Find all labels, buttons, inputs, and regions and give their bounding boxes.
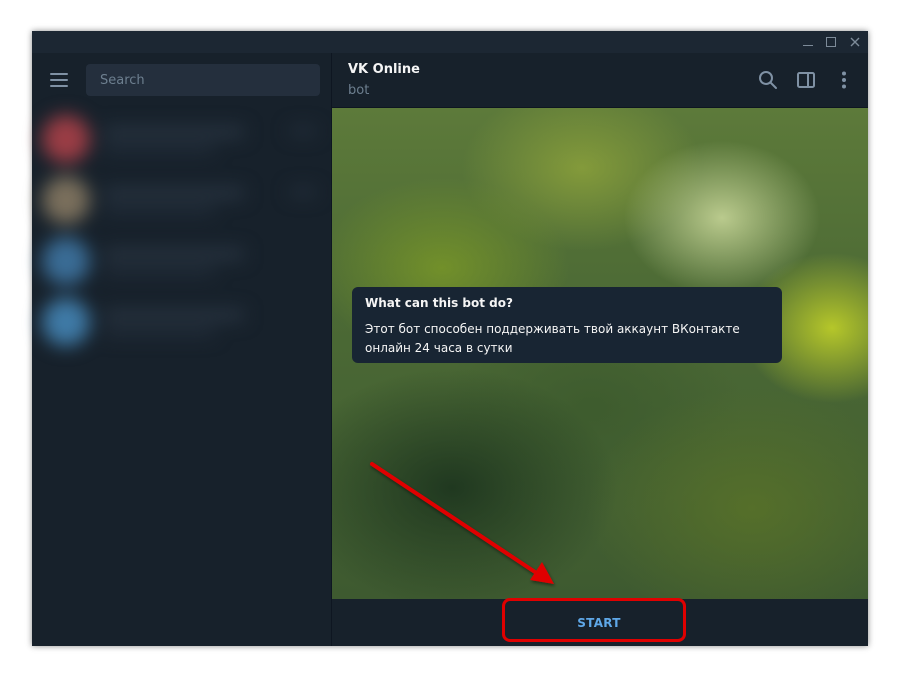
- chat-title[interactable]: VK Online: [348, 62, 420, 77]
- bot-info-card: What can this bot do? Этот бот способен …: [352, 287, 782, 363]
- chat-subtitle: bot: [348, 83, 370, 98]
- more-vertical-icon[interactable]: [832, 68, 856, 92]
- bot-info-text: Этот бот способен поддерживать твой акка…: [365, 322, 740, 355]
- search-icon[interactable]: [756, 68, 780, 92]
- red-arrow-icon: [370, 462, 554, 584]
- side-panel-icon[interactable]: [794, 68, 818, 92]
- bot-info-title: What can this bot do?: [365, 296, 513, 310]
- highlight-box: [502, 598, 686, 642]
- chat-header: VK Online bot: [332, 53, 868, 108]
